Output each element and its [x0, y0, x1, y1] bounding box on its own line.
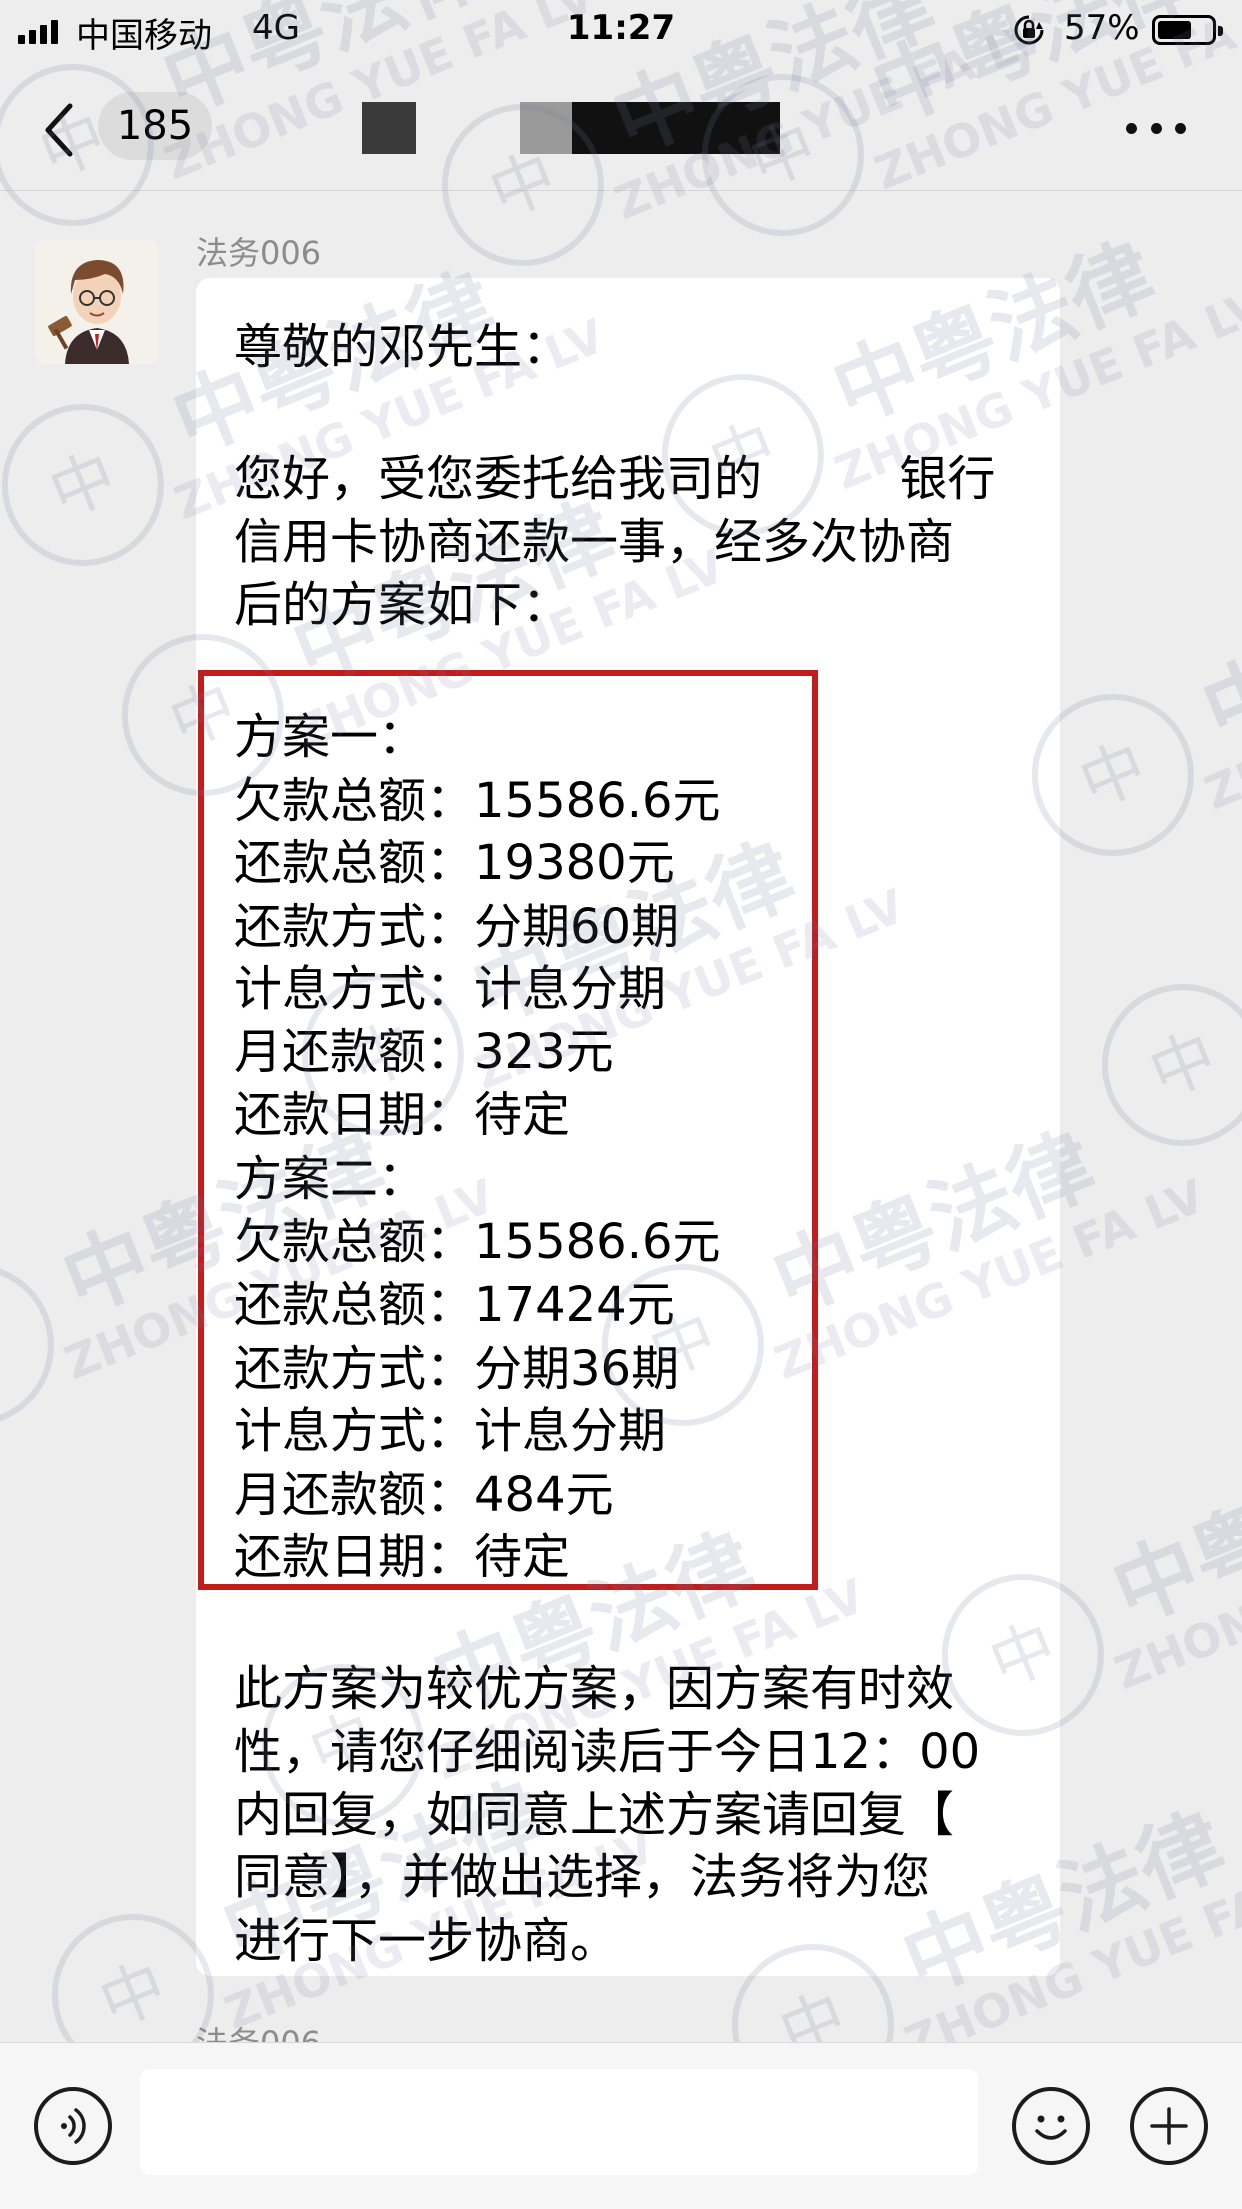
- chat-header: 185: [0, 60, 1242, 191]
- sender-name: 法务006: [196, 2018, 321, 2042]
- message-line: 还款总额：17424元: [234, 1277, 675, 1333]
- message-line: 信用卡协商还款一事，经多次协商: [234, 514, 955, 570]
- svg-text:中粤法律: 中粤法律: [1189, 544, 1242, 762]
- sender-avatar[interactable]: [35, 240, 159, 364]
- svg-text:中: 中: [40, 440, 127, 533]
- svg-text:ZHONG YUE FA LV: ZHONG YUE FA LV: [1197, 598, 1242, 820]
- message-line: 方案二：: [234, 1151, 427, 1207]
- message-line: 尊敬的邓先生：: [234, 319, 571, 375]
- message-bubble[interactable]: 尊敬的邓先生： 您好，受您委托给我司的 银行 信用卡协商还款一事，经多次协商 后的方案…: [196, 278, 1060, 1976]
- message-line: 后的方案如下：: [234, 577, 571, 633]
- message-line: 月还款额：323元: [234, 1024, 614, 1080]
- message-line: 还款方式：分期60期: [234, 899, 680, 955]
- svg-text:中: 中: [1140, 1020, 1227, 1113]
- message-line: 进行下一步协商。: [234, 1913, 619, 1969]
- svg-text:中: 中: [0, 1300, 17, 1393]
- svg-text:ZHONG YUE FA LV: ZHONG YUE FA LV: [1107, 1478, 1242, 1700]
- message-line: 还款方式：分期36期: [234, 1341, 680, 1397]
- message-line: 计息方式：计息分期: [234, 961, 667, 1017]
- message-line: 计息方式：计息分期: [234, 1403, 667, 1459]
- message-line: 性，请您仔细阅读后于今日12：00: [234, 1724, 981, 1780]
- more-options-icon[interactable]: [1126, 118, 1186, 138]
- emoji-icon[interactable]: [1012, 2087, 1090, 2165]
- battery-icon: [1152, 15, 1223, 45]
- back-chevron-icon[interactable]: [40, 100, 80, 160]
- message-line: 您好，受您委托给我司的 银行: [234, 451, 996, 507]
- voice-input-icon[interactable]: [34, 2087, 112, 2165]
- unread-count-badge[interactable]: 185: [98, 92, 212, 160]
- message-line: 欠款总额：15586.6元: [234, 1214, 721, 1270]
- message-line: 还款日期：待定: [234, 1529, 571, 1585]
- lawyer-avatar-icon: [35, 240, 159, 364]
- plus-icon[interactable]: [1130, 2087, 1208, 2165]
- sender-name: 法务006: [196, 234, 322, 272]
- message-line: 方案一：: [234, 709, 427, 765]
- status-time: 11:27: [566, 8, 676, 48]
- svg-text:中: 中: [1070, 730, 1157, 823]
- message-input[interactable]: [140, 2069, 978, 2175]
- message-line: 还款日期：待定: [234, 1087, 571, 1143]
- next-message-preview: 法务006: [0, 2010, 1242, 2042]
- rotation-lock-icon: [1014, 15, 1044, 45]
- battery-percent: 57%: [1064, 8, 1140, 48]
- message-line: 同意】，并做出选择，法务将为您: [234, 1849, 931, 1905]
- watermark-stamp: 中中粤法律ZHONG YUE FA LV: [1101, 983, 1242, 1146]
- message-line: 还款总额：19380元: [234, 835, 675, 891]
- message-line: 内回复，如同意上述方案请回复【: [234, 1787, 955, 1843]
- message-line: 欠款总额：15586.6元: [234, 773, 721, 829]
- message-line: 月还款额：484元: [234, 1467, 614, 1523]
- message-line: 此方案为较优方案，因方案有时效: [234, 1661, 955, 1717]
- input-bar: [0, 2042, 1242, 2209]
- status-bar: 中国移动 4G 11:27 57%: [0, 0, 1242, 60]
- svg-text:中粤法律: 中粤法律: [1099, 1424, 1242, 1642]
